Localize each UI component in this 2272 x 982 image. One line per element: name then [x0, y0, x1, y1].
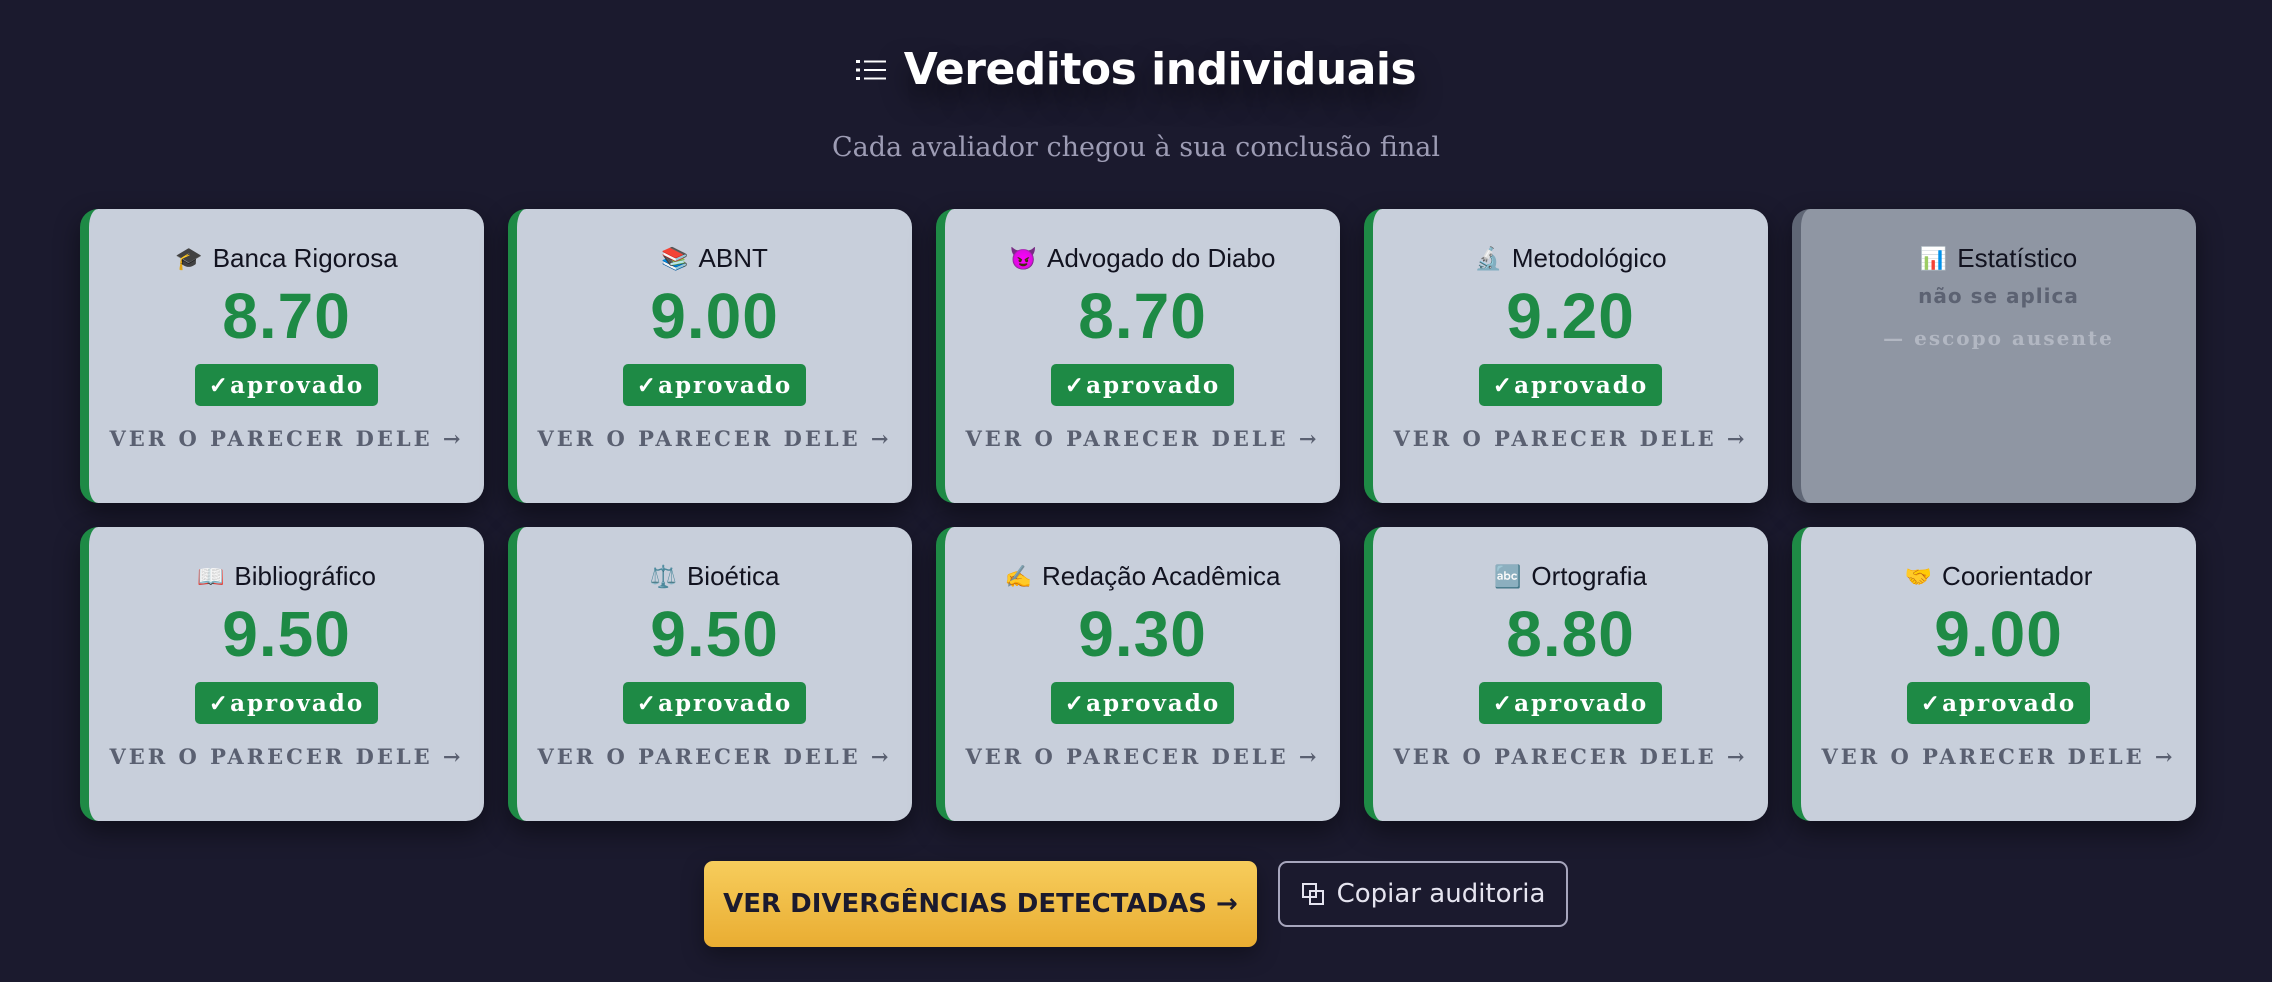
evaluator-score: 9.50 [650, 598, 779, 670]
evaluator-name: Metodológico [1511, 243, 1667, 273]
status-badge: ✓aprovado [194, 682, 379, 724]
view-opinion-link[interactable]: VER O PARECER DELE → [1821, 744, 2175, 769]
view-opinion-link[interactable]: VER O PARECER DELE → [537, 744, 891, 769]
verdict-card-abnt: 📚 ABNT 9.00 ✓aprovado VER O PARECER DELE… [508, 209, 912, 503]
verdict-card-metodologico: 🔬 Metodológico 9.20 ✓aprovado VER O PARE… [1364, 209, 1768, 503]
status-badge: ✓aprovado [1050, 364, 1235, 406]
books-icon: 📚 [661, 245, 689, 271]
evaluator-score: 9.00 [1934, 598, 2063, 670]
writing-hand-icon: ✍️ [1004, 563, 1032, 589]
copy-icon [1301, 883, 1324, 905]
status-badge: ✓aprovado [1478, 682, 1663, 724]
verdict-card-estatistico: 📊 Estatístico não se aplica — escopo aus… [1792, 209, 2196, 503]
evaluator-score: 8.80 [1506, 598, 1635, 670]
evaluator-name: ABNT [698, 243, 768, 273]
verdict-card-redacao-academica: ✍️ Redação Acadêmica 9.30 ✓aprovado VER … [936, 527, 1340, 821]
view-opinion-link[interactable]: VER O PARECER DELE → [965, 426, 1319, 451]
evaluator-score: 9.30 [1078, 598, 1207, 670]
handshake-icon: 🤝 [1904, 563, 1933, 589]
list-icon [855, 59, 886, 80]
view-opinion-link[interactable]: VER O PARECER DELE → [965, 744, 1319, 769]
microscope-icon: 🔬 [1474, 245, 1502, 271]
devil-face-icon: 😈 [1009, 245, 1037, 271]
open-book-icon: 📖 [196, 563, 225, 589]
view-opinion-link[interactable]: VER O PARECER DELE → [1393, 426, 1747, 451]
evaluator-score: 9.20 [1506, 280, 1635, 352]
evaluator-name: Bibliográfico [234, 561, 377, 591]
verdict-card-advogado-do-diabo: 😈 Advogado do Diabo 8.70 ✓aprovado VER O… [936, 209, 1340, 503]
verdict-card-ortografia: 🔤 Ortografia 8.80 ✓aprovado VER O PARECE… [1364, 527, 1768, 821]
verdicts-page: Vereditos individuais Cada avaliador che… [0, 0, 2272, 982]
evaluator-name: Coorientador [1942, 561, 2093, 591]
not-applicable-reason: — escopo ausente [1883, 326, 2114, 350]
status-badge: ✓aprovado [194, 364, 379, 406]
evaluator-score: 9.50 [222, 598, 351, 670]
verdict-grid: 🎓 Banca Rigorosa 8.70 ✓aprovado VER O PA… [80, 209, 2196, 821]
evaluator-name: Banca Rigorosa [212, 243, 398, 273]
evaluator-name: Bioética [686, 561, 780, 591]
view-opinion-link[interactable]: VER O PARECER DELE → [537, 426, 891, 451]
evaluator-name: Advogado do Diabo [1047, 243, 1276, 273]
evaluator-name: Redação Acadêmica [1041, 561, 1281, 591]
page-title: Vereditos individuais [903, 44, 1417, 95]
verdict-card-banca-rigorosa: 🎓 Banca Rigorosa 8.70 ✓aprovado VER O PA… [80, 209, 484, 503]
verdict-card-bioetica: ⚖️ Bioética 9.50 ✓aprovado VER O PARECER… [508, 527, 912, 821]
evaluator-score: 8.70 [222, 280, 351, 352]
evaluator-name: Ortografia [1531, 561, 1647, 591]
status-badge: ✓aprovado [622, 682, 807, 724]
copy-audit-label: Copiar auditoria [1336, 879, 1546, 909]
scales-icon: ⚖️ [649, 563, 677, 589]
copy-audit-button[interactable]: Copiar auditoria [1278, 861, 1568, 927]
abc-icon: 🔤 [1493, 563, 1522, 589]
section-header: Vereditos individuais [0, 44, 2272, 95]
not-applicable-label: não se aplica [1918, 284, 2079, 308]
evaluator-name: Estatístico [1957, 243, 2078, 273]
evaluator-score: 8.70 [1078, 280, 1207, 352]
view-opinion-link[interactable]: VER O PARECER DELE → [1393, 744, 1747, 769]
status-badge: ✓aprovado [622, 364, 807, 406]
view-opinion-link[interactable]: VER O PARECER DELE → [109, 426, 463, 451]
evaluator-score: 9.00 [650, 280, 779, 352]
status-badge: ✓aprovado [1478, 364, 1663, 406]
page-subtitle: Cada avaliador chegou à sua conclusão fi… [831, 132, 1440, 163]
graduation-cap-icon: 🎓 [175, 245, 203, 271]
verdict-card-bibliografico: 📖 Bibliográfico 9.50 ✓aprovado VER O PAR… [80, 527, 484, 821]
bar-chart-icon: 📊 [1919, 245, 1948, 271]
view-opinion-link[interactable]: VER O PARECER DELE → [109, 744, 463, 769]
status-badge: ✓aprovado [1906, 682, 2091, 724]
status-badge: ✓aprovado [1050, 682, 1235, 724]
view-divergences-button[interactable]: VER DIVERGÊNCIAS DETECTADAS → [704, 861, 1257, 947]
verdict-card-coorientador: 🤝 Coorientador 9.00 ✓aprovado VER O PARE… [1792, 527, 2196, 821]
